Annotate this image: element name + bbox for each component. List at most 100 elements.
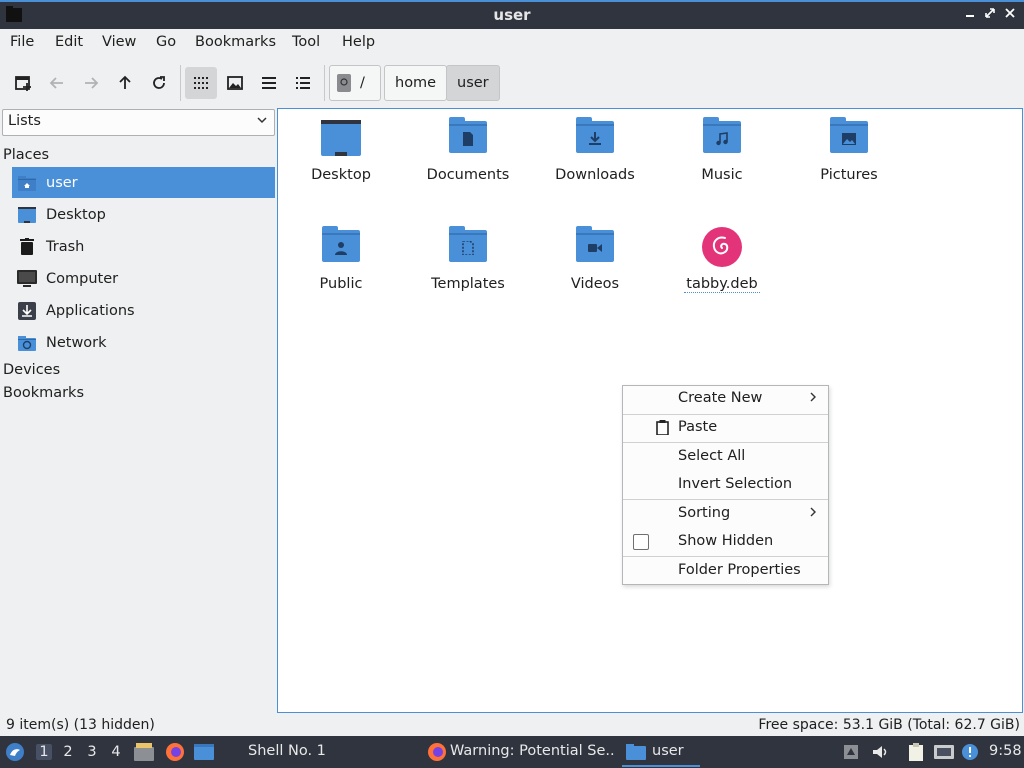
arrow-right-icon (85, 77, 99, 89)
window-title: user (493, 6, 531, 24)
arrow-up-icon (119, 75, 131, 89)
network-folder-icon (17, 333, 37, 353)
side-pane-mode-select[interactable]: Lists (2, 109, 275, 136)
desktop-folder-icon (320, 117, 362, 159)
volume-icon[interactable] (871, 743, 889, 761)
workspace-2[interactable]: 2 (60, 744, 76, 760)
menu-bar: File Edit View Go Bookmarks Tool Help (0, 29, 1024, 57)
detailed-view-button[interactable] (287, 67, 319, 99)
clock[interactable]: 9:58 (989, 743, 1022, 759)
pictures-folder-icon (828, 117, 870, 159)
menu-item-select-all[interactable]: Select All (623, 444, 828, 470)
keyboard-layout-icon[interactable] (843, 743, 861, 761)
bookmarks-heading[interactable]: Bookmarks (3, 385, 84, 401)
firefox-launcher-icon[interactable] (165, 742, 185, 762)
restore-button[interactable] (982, 7, 998, 23)
close-button[interactable] (1002, 7, 1018, 23)
menu-item-invert-selection[interactable]: Invert Selection (623, 472, 828, 498)
reload-button[interactable] (143, 67, 175, 99)
start-menu-icon[interactable] (5, 742, 25, 762)
update-notifier-icon[interactable] (961, 743, 979, 761)
free-space: Free space: 53.1 GiB (Total: 62.7 GiB) (758, 717, 1020, 733)
file-item-pictures[interactable]: Pictures (786, 117, 912, 183)
folder-icon (626, 744, 646, 760)
show-hidden-checkbox[interactable] (633, 534, 649, 550)
sidebar-item-network[interactable]: Network (12, 327, 275, 358)
file-item-videos[interactable]: Videos (532, 226, 658, 292)
menu-edit[interactable]: Edit (55, 34, 83, 50)
toolbar-separator (324, 65, 325, 101)
compact-view-button[interactable] (253, 67, 285, 99)
templates-folder-icon (447, 226, 489, 268)
file-manager-launcher-icon[interactable] (134, 743, 154, 761)
menu-bookmarks[interactable]: Bookmarks (195, 34, 276, 50)
menu-view[interactable]: View (102, 34, 136, 50)
new-tab-button[interactable] (7, 67, 39, 99)
clipboard-manager-icon[interactable] (907, 743, 925, 761)
chevron-down-icon (256, 114, 268, 130)
icon-view-button[interactable] (185, 67, 217, 99)
minimize-button[interactable] (962, 7, 978, 23)
file-item-downloads[interactable]: Downloads (532, 117, 658, 183)
chevron-right-icon (808, 389, 818, 407)
breadcrumb-home[interactable]: home (384, 65, 448, 101)
file-item-templates[interactable]: Templates (405, 226, 531, 292)
menu-item-create-new[interactable]: Create New (623, 386, 828, 412)
videos-folder-icon (574, 226, 616, 268)
network-status-icon[interactable] (934, 743, 954, 761)
firefox-icon (427, 742, 447, 762)
up-button[interactable] (109, 67, 141, 99)
file-item-public[interactable]: Public (278, 226, 404, 292)
grid-icon (194, 77, 208, 89)
menu-separator (623, 499, 828, 500)
task-shell[interactable]: Shell No. 1 (248, 743, 326, 759)
forward-button[interactable] (75, 67, 107, 99)
menu-go[interactable]: Go (156, 34, 176, 50)
menu-item-paste[interactable]: Paste (623, 415, 828, 441)
breadcrumb-user[interactable]: user (446, 65, 500, 101)
detailed-list-icon (296, 77, 310, 89)
menu-separator (623, 442, 828, 443)
title-bar: user (0, 0, 1024, 29)
music-folder-icon (701, 117, 743, 159)
menu-help[interactable]: Help (342, 34, 375, 50)
file-item-music[interactable]: Music (659, 117, 785, 183)
menu-separator (623, 556, 828, 557)
desktop-folder-icon (17, 205, 37, 225)
task-file-manager[interactable]: user (622, 743, 700, 767)
terminal-launcher-icon[interactable] (194, 743, 214, 761)
downloads-folder-icon (574, 117, 616, 159)
clipboard-icon (656, 420, 669, 439)
item-count: 9 item(s) (13 hidden) (6, 717, 155, 733)
menu-item-sorting[interactable]: Sorting (623, 501, 828, 527)
file-item-documents[interactable]: Documents (405, 117, 531, 183)
menu-item-show-hidden[interactable]: Show Hidden (623, 529, 828, 555)
menu-item-folder-properties[interactable]: Folder Properties (623, 558, 828, 584)
menu-tool[interactable]: Tool (292, 34, 320, 50)
computer-icon (17, 269, 37, 289)
reload-icon (153, 76, 165, 89)
toolbar-separator (180, 65, 181, 101)
sidebar-item-user[interactable]: user (12, 167, 275, 198)
back-button[interactable] (41, 67, 73, 99)
task-firefox-warning[interactable]: Warning: Potential Se... (450, 743, 615, 759)
places-heading[interactable]: Places (3, 147, 49, 163)
workspace-4[interactable]: 4 (108, 744, 124, 760)
breadcrumb-root[interactable]: / (329, 65, 381, 101)
workspace-3[interactable]: 3 (84, 744, 100, 760)
applications-icon (17, 301, 37, 321)
sidebar-item-desktop[interactable]: Desktop (12, 199, 275, 230)
debian-package-icon (701, 226, 743, 268)
sidebar-item-applications[interactable]: Applications (12, 295, 275, 326)
devices-heading[interactable]: Devices (3, 362, 60, 378)
thumbnail-view-button[interactable] (219, 67, 251, 99)
file-item-tabby-deb[interactable]: tabby.deb (659, 226, 785, 293)
public-folder-icon (320, 226, 362, 268)
sidebar-item-computer[interactable]: Computer (12, 263, 275, 294)
workspace-1[interactable]: 1 (36, 744, 52, 760)
drive-icon (337, 74, 351, 92)
sidebar-item-trash[interactable]: Trash (12, 231, 275, 262)
menu-file[interactable]: File (10, 34, 34, 50)
file-item-desktop[interactable]: Desktop (278, 117, 404, 183)
new-tab-icon (15, 76, 31, 91)
